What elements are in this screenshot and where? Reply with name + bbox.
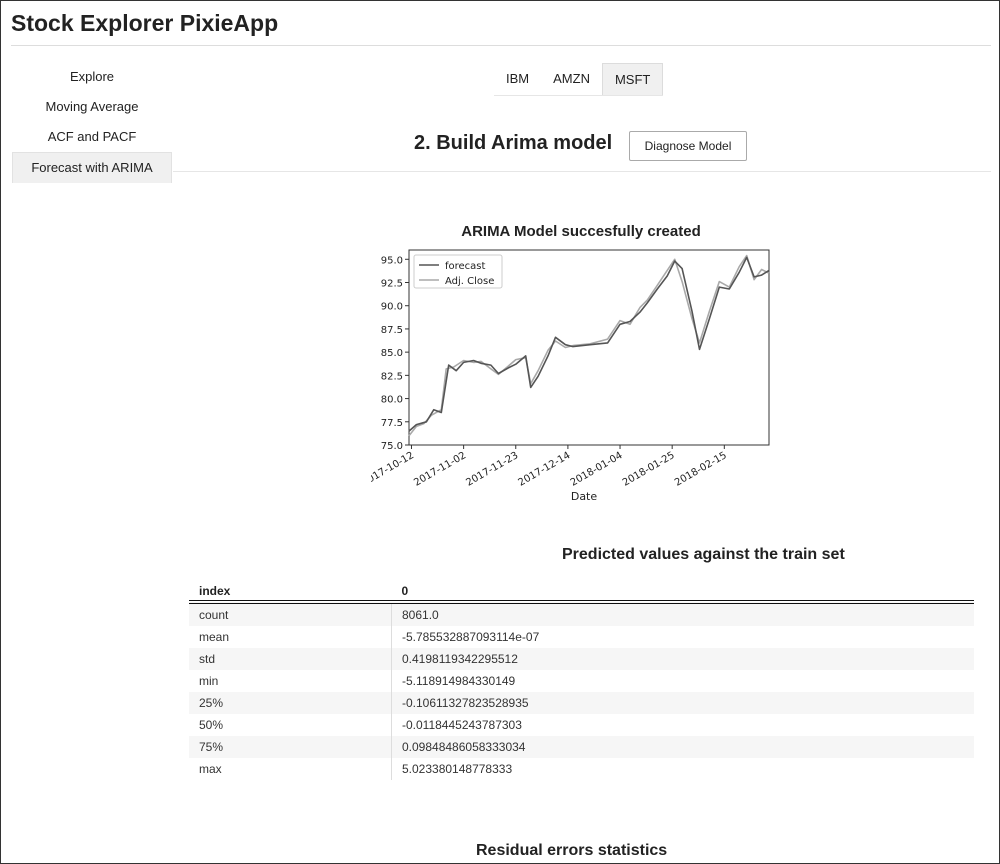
- section-title: 2. Build Arima model: [414, 132, 613, 154]
- arima-forecast-chart: 75.0 77.5 80.0 82.5 85.0 87.5 90.0 92.5 95.0 2017…: [371, 249, 770, 503]
- column-header-index: index: [189, 582, 392, 604]
- y-tick-label: 95.0: [381, 255, 403, 266]
- tab-amzn[interactable]: AMZN: [541, 63, 602, 95]
- y-tick-label: 92.5: [381, 279, 403, 290]
- tab-ibm[interactable]: IBM: [494, 63, 541, 95]
- x-axis-label: Date: [571, 490, 598, 503]
- row-index-cell: min: [189, 670, 392, 692]
- row-value-cell: 8061.0: [402, 608, 439, 622]
- y-tick-label: 80.0: [381, 395, 403, 406]
- legend-label: forecast: [445, 261, 486, 272]
- diagnose-model-button[interactable]: Diagnose Model: [629, 131, 747, 161]
- column-header-0: 0: [391, 582, 974, 604]
- sidebar-item-forecast-arima[interactable]: Forecast with ARIMA: [12, 152, 172, 183]
- x-tick-label: 2018-01-25: [621, 450, 677, 489]
- row-index-cell: count: [189, 602, 392, 626]
- x-tick-label: 2017-11-02: [412, 450, 468, 489]
- row-index-cell: mean: [189, 626, 392, 648]
- table-header-row: index 0: [189, 582, 974, 604]
- x-tick-label: 2017-11-23: [464, 450, 520, 489]
- row-index-cell: 50%: [189, 714, 392, 736]
- row-value-cell: 0.09848486058333034: [402, 740, 526, 754]
- residual-errors-title: Residual errors statistics: [476, 842, 668, 859]
- row-value-cell: 0.4198119342295512: [402, 652, 518, 666]
- row-index-cell: max: [189, 758, 392, 780]
- y-tick-label: 82.5: [381, 371, 403, 382]
- legend-label: Adj. Close: [445, 276, 494, 287]
- row-value-cell: -5.785532887093114e-07: [402, 630, 540, 644]
- table-row: 25% -0.10611327823528935: [189, 692, 974, 714]
- table-row: min -5.118914984330149: [189, 670, 974, 692]
- chart-title: ARIMA Model succesfully created: [461, 223, 701, 240]
- y-tick-label: 75.0: [381, 441, 403, 452]
- predicted-values-title: Predicted values against the train set: [562, 546, 845, 563]
- y-tick-label: 87.5: [381, 325, 403, 336]
- row-value-cell: -5.118914984330149: [402, 674, 516, 688]
- y-tick-label: 85.0: [381, 348, 403, 359]
- y-tick-label: 90.0: [381, 302, 403, 313]
- row-index-cell: 25%: [189, 692, 392, 714]
- x-tick-label: 2018-01-04: [569, 450, 625, 489]
- sidebar-item-acf-pacf[interactable]: ACF and PACF: [12, 122, 172, 152]
- row-index-cell: std: [189, 648, 392, 670]
- sidebar: Explore Moving Average ACF and PACF Fore…: [12, 62, 172, 183]
- row-value-cell: -0.0118445243787303: [402, 718, 522, 732]
- row-index-cell: 75%: [189, 736, 392, 758]
- table-row: count 8061.0: [189, 602, 974, 626]
- ticker-tabs: IBM AMZN MSFT: [494, 63, 664, 96]
- sidebar-item-moving-average[interactable]: Moving Average: [12, 92, 172, 122]
- table-row: mean -5.785532887093114e-07: [189, 626, 974, 648]
- app-title: Stock Explorer PixieApp: [11, 10, 279, 36]
- sidebar-item-explore[interactable]: Explore: [12, 62, 172, 92]
- table-row: max 5.023380148778333: [189, 758, 974, 780]
- table-row: 75% 0.09848486058333034: [189, 736, 974, 758]
- table-row: std 0.4198119342295512: [189, 648, 974, 670]
- x-tick-label: 2017-12-14: [517, 450, 573, 489]
- y-tick-label: 77.5: [381, 418, 403, 429]
- tab-msft[interactable]: MSFT: [601, 63, 664, 95]
- row-value-cell: -0.10611327823528935: [402, 696, 529, 710]
- title-divider: [11, 45, 991, 46]
- app-window: Stock Explorer PixieApp Explore Moving A…: [0, 0, 1000, 864]
- x-tick-label: 2018-02-15: [673, 450, 729, 489]
- predicted-stats-table: index 0 count 8061.0 mean -5.7855328870931…: [189, 582, 974, 780]
- content-divider: [173, 171, 991, 172]
- x-tick-label: 2017-10-12: [371, 450, 416, 489]
- table-row: 50% -0.0118445243787303: [189, 714, 974, 736]
- row-value-cell: 5.023380148778333: [402, 762, 513, 776]
